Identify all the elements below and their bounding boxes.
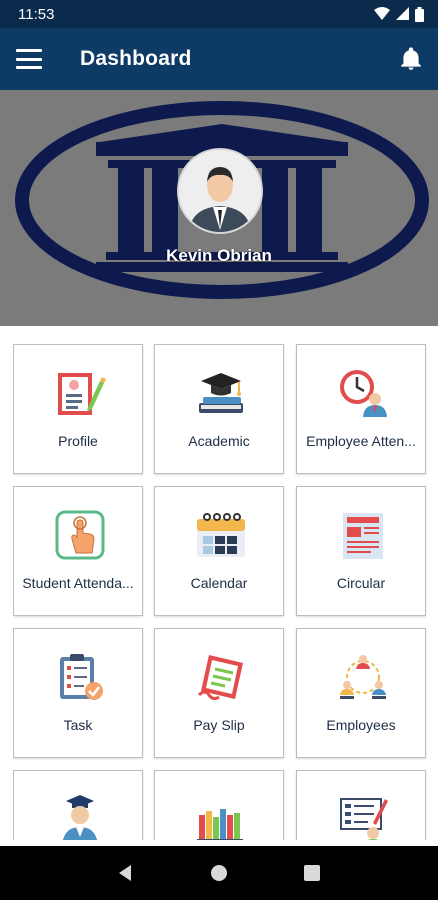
tile-profile[interactable]: Profile bbox=[13, 344, 143, 474]
tile-circular[interactable]: Circular bbox=[296, 486, 426, 616]
profile-banner: Kevin Obrian bbox=[0, 90, 438, 326]
tile-label: Employees bbox=[326, 717, 396, 733]
tile-student-attendance[interactable]: Student Attenda... bbox=[13, 486, 143, 616]
student-attendance-icon bbox=[55, 510, 105, 560]
tile-exam[interactable] bbox=[296, 770, 426, 840]
user-avatar-icon bbox=[179, 150, 261, 232]
signal-icon bbox=[396, 7, 409, 20]
tile-student[interactable] bbox=[13, 770, 143, 840]
exam-icon bbox=[340, 798, 388, 840]
tile-label: Pay Slip bbox=[193, 717, 245, 733]
user-name: Kevin Obrian bbox=[166, 246, 272, 265]
tile-academic[interactable]: Academic bbox=[154, 344, 284, 474]
tile-pay-slip[interactable]: Pay Slip bbox=[154, 628, 284, 758]
system-navigation-bar bbox=[0, 846, 438, 900]
library-icon bbox=[197, 809, 243, 840]
back-icon[interactable] bbox=[115, 862, 137, 884]
page-title: Dashboard bbox=[80, 47, 192, 70]
battery-icon bbox=[415, 6, 424, 22]
home-icon[interactable] bbox=[208, 862, 230, 884]
avatar[interactable] bbox=[177, 148, 263, 234]
tile-label: Academic bbox=[188, 433, 250, 449]
menu-grid: Profile Academic Employee Atten... Stude… bbox=[13, 344, 427, 840]
status-time: 11:53 bbox=[18, 5, 55, 23]
tile-calendar[interactable]: Calendar bbox=[154, 486, 284, 616]
pay-slip-icon bbox=[197, 655, 243, 701]
tile-employees[interactable]: Employees bbox=[296, 628, 426, 758]
task-icon bbox=[60, 654, 103, 700]
circular-icon bbox=[343, 513, 383, 559]
tile-label: Profile bbox=[58, 433, 98, 449]
tile-label: Calendar bbox=[190, 575, 248, 591]
profile-icon bbox=[58, 373, 106, 415]
tile-label: Task bbox=[63, 717, 93, 733]
tile-label: Circular bbox=[336, 575, 386, 591]
student-icon bbox=[62, 795, 98, 840]
hamburger-menu-icon[interactable] bbox=[16, 49, 42, 69]
app-bar: Dashboard bbox=[0, 28, 438, 90]
tile-employee-attendance[interactable]: Employee Atten... bbox=[296, 344, 426, 474]
calendar-icon bbox=[197, 513, 245, 557]
status-bar: 11:53 bbox=[0, 0, 438, 28]
tile-library[interactable] bbox=[154, 770, 284, 840]
tile-label: Employee Atten... bbox=[306, 433, 416, 449]
tile-task[interactable]: Task bbox=[13, 628, 143, 758]
tile-label: Student Attenda... bbox=[22, 575, 134, 591]
wifi-icon bbox=[374, 7, 390, 20]
notification-bell-icon[interactable] bbox=[398, 46, 424, 72]
employee-attendance-icon bbox=[340, 370, 387, 417]
status-icons bbox=[374, 6, 424, 22]
recents-icon[interactable] bbox=[301, 862, 323, 884]
academic-icon bbox=[199, 373, 243, 413]
employees-icon bbox=[340, 655, 386, 699]
